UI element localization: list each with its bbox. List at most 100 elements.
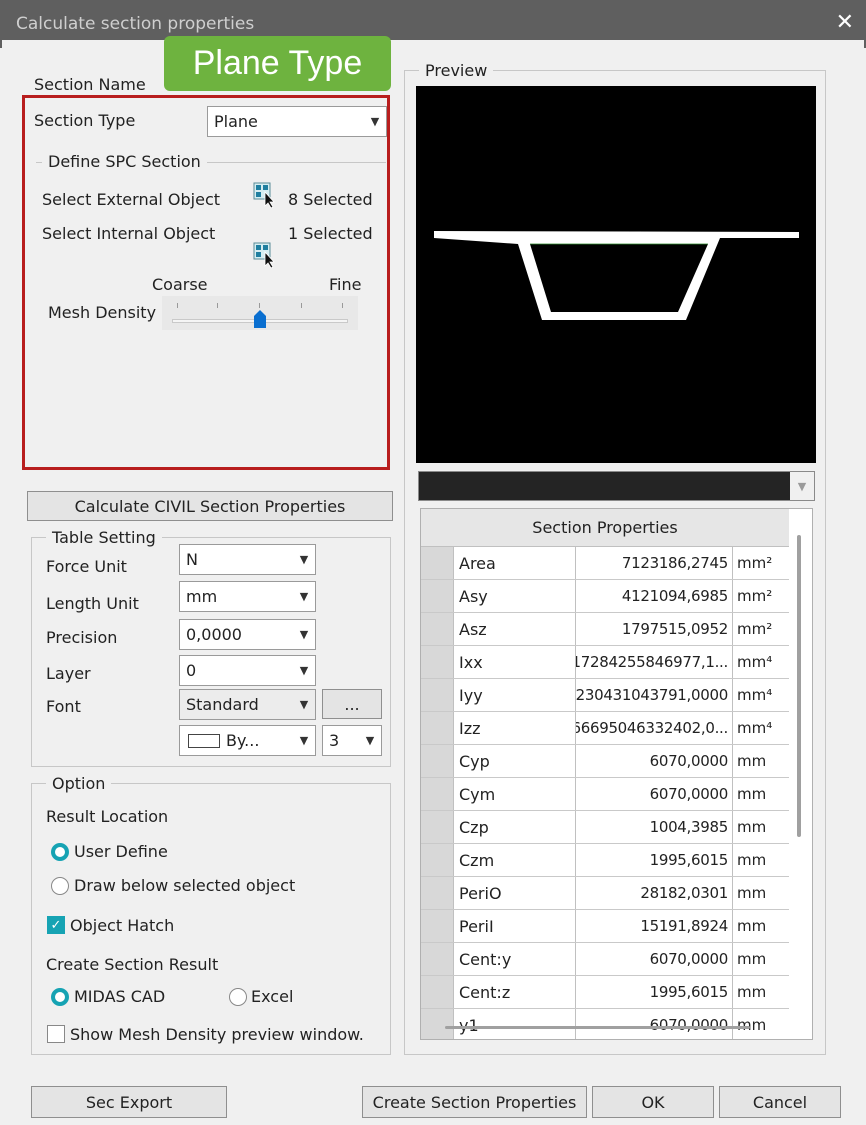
sec-export-button[interactable]: Sec Export [31, 1086, 227, 1118]
layer-value: 0 [186, 661, 197, 680]
calculate-civil-button[interactable]: Calculate CIVIL Section Properties [27, 491, 393, 521]
row-selector[interactable] [421, 679, 454, 711]
property-name: PeriI [454, 910, 576, 942]
row-selector[interactable] [421, 910, 454, 942]
section-properties-table[interactable]: Section Properties Area 7123186,2745 mm² As… [420, 508, 813, 1040]
property-value: 28182,0301 [576, 877, 733, 909]
property-value: 1995,6015 [576, 976, 733, 1008]
object-hatch-checkbox[interactable]: ✓ [47, 916, 65, 934]
table-row[interactable]: Area 7123186,2745 mm² [421, 547, 789, 580]
property-unit: mm⁴ [737, 653, 773, 671]
vertical-scrollbar[interactable] [797, 535, 801, 837]
chevron-down-icon: ▼ [299, 698, 309, 711]
property-name: Izz [454, 712, 576, 744]
table-row[interactable]: Czp 1004,3985 mm [421, 811, 789, 844]
property-name: Cyp [454, 745, 576, 777]
property-unit: mm [737, 983, 767, 1001]
layer-select[interactable]: 0 ▼ [179, 655, 316, 686]
horizontal-scrollbar[interactable] [445, 1026, 750, 1029]
row-selector[interactable] [421, 877, 454, 909]
font-value: Standard [186, 695, 259, 714]
window-title: Calculate section properties [16, 14, 255, 34]
font-more-button[interactable]: ... [322, 689, 382, 719]
row-selector[interactable] [421, 646, 454, 678]
table-row[interactable]: Cyp 6070,0000 mm [421, 745, 789, 778]
table-row[interactable]: Iyy 8230431043791,0000 mm⁴ [421, 679, 789, 712]
text-size-value: 3 [329, 731, 340, 750]
length-unit-label: Length Unit [46, 594, 139, 613]
property-value: 1004,3985 [576, 811, 733, 843]
ok-button[interactable]: OK [592, 1086, 714, 1118]
close-icon[interactable]: ✕ [836, 10, 854, 35]
row-selector[interactable] [421, 778, 454, 810]
table-row[interactable]: Ixx 17284255846977,1... mm⁴ [421, 646, 789, 679]
row-selector[interactable] [421, 613, 454, 645]
property-value: 1995,6015 [576, 844, 733, 876]
property-unit: mm [737, 884, 767, 902]
table-header: Section Properties [421, 509, 789, 547]
table-setting-title: Table Setting [46, 528, 162, 547]
show-mesh-checkbox[interactable] [47, 1025, 65, 1043]
font-select[interactable]: Standard ▼ [179, 689, 316, 720]
text-size-select[interactable]: 3 ▼ [322, 725, 382, 756]
force-unit-select[interactable]: N ▼ [179, 544, 316, 575]
row-selector[interactable] [421, 580, 454, 612]
table-row[interactable]: Cent:z 1995,6015 mm [421, 976, 789, 1009]
precision-select[interactable]: 0,0000 ▼ [179, 619, 316, 650]
table-row[interactable]: PeriO 28182,0301 mm [421, 877, 789, 910]
table-row[interactable]: y1 6070,0000 mm [421, 1009, 789, 1039]
row-selector[interactable] [421, 811, 454, 843]
row-selector[interactable] [421, 745, 454, 777]
table-row[interactable]: Asy 4121094,6985 mm² [421, 580, 789, 613]
create-section-properties-button[interactable]: Create Section Properties [362, 1086, 587, 1118]
result-location-label: Result Location [46, 807, 169, 826]
table-row[interactable]: Cym 6070,0000 mm [421, 778, 789, 811]
plane-type-callout: Plane Type [164, 36, 391, 91]
style-swatch [188, 734, 220, 748]
draw-below-radio[interactable] [51, 877, 69, 895]
option-title: Option [46, 774, 112, 793]
row-selector[interactable] [421, 712, 454, 744]
chevron-down-icon: ▼ [299, 590, 309, 603]
excel-radio[interactable] [229, 988, 247, 1006]
property-value: 8230431043791,0000 [576, 679, 733, 711]
row-selector[interactable] [421, 976, 454, 1008]
row-selector[interactable] [421, 943, 454, 975]
text-style-select[interactable]: By... ▼ [179, 725, 316, 756]
precision-label: Precision [46, 628, 118, 647]
property-unit: mm² [737, 620, 773, 638]
midas-cad-radio[interactable] [51, 988, 69, 1006]
table-row[interactable]: PeriI 15191,8924 mm [421, 910, 789, 943]
force-unit-label: Force Unit [46, 557, 127, 576]
table-row[interactable]: Izz 66695046332402,0... mm⁴ [421, 712, 789, 745]
user-define-radio[interactable] [51, 843, 69, 861]
force-unit-value: N [186, 550, 198, 569]
object-hatch-label: Object Hatch [70, 916, 175, 935]
table-row[interactable]: Czm 1995,6015 mm [421, 844, 789, 877]
property-unit: mm [737, 950, 767, 968]
preview-view-select[interactable]: ▼ [418, 471, 815, 501]
row-selector[interactable] [421, 1009, 454, 1039]
row-selector[interactable] [421, 844, 454, 876]
property-unit: mm² [737, 554, 773, 572]
property-name: PeriO [454, 877, 576, 909]
chevron-down-icon: ▼ [365, 734, 375, 747]
layer-label: Layer [46, 664, 91, 683]
property-name: y1 [454, 1009, 576, 1039]
property-name: Asy [454, 580, 576, 612]
property-value: 66695046332402,0... [576, 712, 733, 744]
length-unit-select[interactable]: mm ▼ [179, 581, 316, 612]
row-selector[interactable] [421, 547, 454, 579]
property-unit: mm⁴ [737, 686, 773, 704]
table-row[interactable]: Asz 1797515,0952 mm² [421, 613, 789, 646]
property-unit: mm [737, 1016, 767, 1034]
property-value: 17284255846977,1... [576, 646, 733, 678]
cancel-button[interactable]: Cancel [719, 1086, 841, 1118]
property-value: 4121094,6985 [576, 580, 733, 612]
table-row[interactable]: Cent:y 6070,0000 mm [421, 943, 789, 976]
highlight-box [22, 95, 390, 470]
property-value: 1797515,0952 [576, 613, 733, 645]
show-mesh-label: Show Mesh Density preview window. [70, 1025, 364, 1044]
precision-value: 0,0000 [186, 625, 242, 644]
section-preview-canvas[interactable] [416, 86, 816, 463]
